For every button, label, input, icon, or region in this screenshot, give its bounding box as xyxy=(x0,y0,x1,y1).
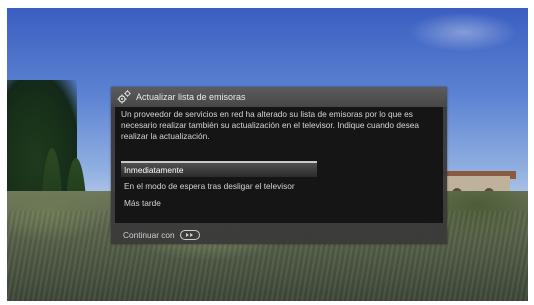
option-immediately[interactable]: Inmediatamente xyxy=(121,161,317,177)
dialog-header: Actualizar lista de emisoras xyxy=(111,87,447,107)
option-later[interactable]: Más tarde xyxy=(121,195,317,211)
background-cloud xyxy=(408,12,518,52)
dialog-footer: Continuar con xyxy=(123,228,200,242)
tv-screen: Actualizar lista de emisoras Un proveedo… xyxy=(7,8,528,301)
dialog-body: Un proveedor de servicios en red ha alte… xyxy=(115,107,443,223)
update-channel-list-dialog: Actualizar lista de emisoras Un proveedo… xyxy=(111,87,447,244)
option-standby[interactable]: En el modo de espera tras desligar el te… xyxy=(121,178,317,194)
option-label: Más tarde xyxy=(124,198,161,208)
update-options-list: Inmediatamente En el modo de espera tras… xyxy=(121,161,317,212)
option-label: En el modo de espera tras desligar el te… xyxy=(124,181,295,191)
settings-gears-icon xyxy=(117,90,131,104)
continue-label: Continuar con xyxy=(123,230,175,240)
option-label: Inmediatamente xyxy=(124,165,184,175)
dialog-title: Actualizar lista de emisoras xyxy=(136,92,246,102)
dialog-message: Un proveedor de servicios en red ha alte… xyxy=(121,109,419,141)
ok-button-icon xyxy=(179,230,200,240)
